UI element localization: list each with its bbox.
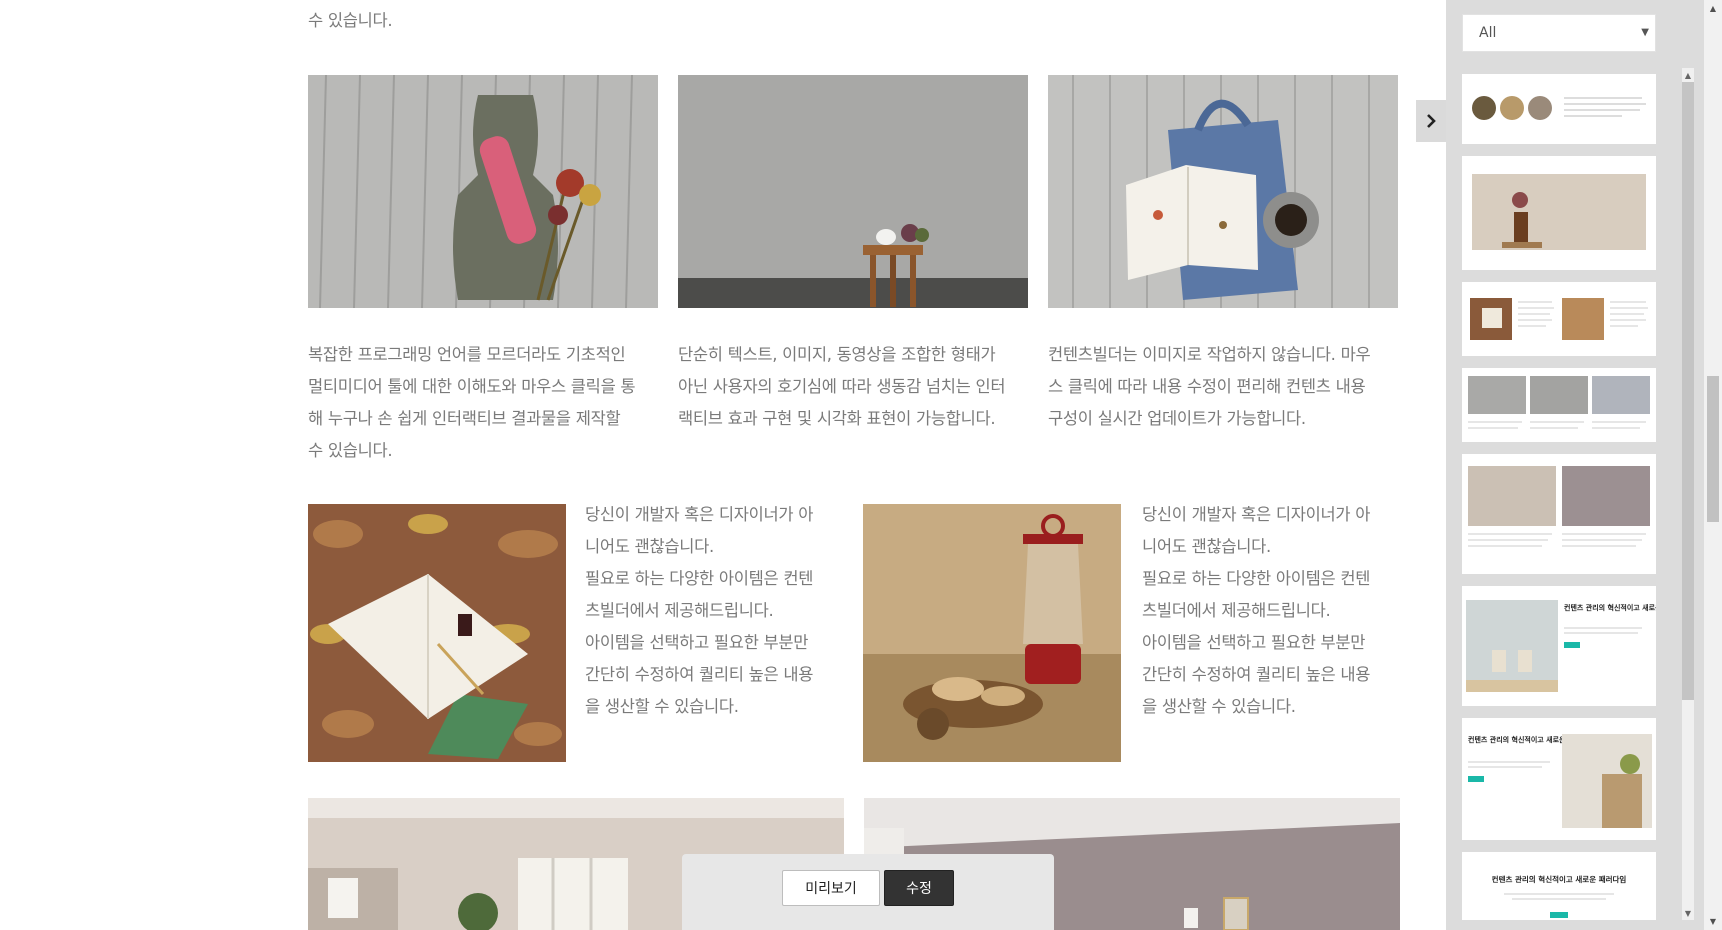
edit-button[interactable]: 수정	[884, 870, 954, 906]
lantern-cookies-image[interactable]	[863, 504, 1121, 762]
thumbnail-scrollbar[interactable]: ▲ ▼	[1682, 68, 1694, 920]
text-line: 아이템을 선택하고 필요한 부분만	[585, 633, 809, 652]
text-line: 아닌 사용자의 호기심에 따라 생동감 넘치는 인터	[678, 377, 1006, 396]
page-scrollbar[interactable]: ▲ ▼	[1704, 0, 1722, 930]
text-line: 랙티브 효과 구현 및 시각화 표현이 가능합니다.	[678, 409, 996, 428]
text-line: 당신이 개발자 혹은 디자이너가 아	[1142, 505, 1371, 524]
filter-selected-value: All	[1479, 25, 1497, 41]
text-line: 멀티미디어 툴에 대한 이해도와 마우스 클릭을 통	[308, 377, 636, 396]
snippet-thumbnail[interactable]: 컨텐츠 관리의 혁신적이고 새로운 패러다임	[1462, 852, 1656, 920]
snippet-thumbnail[interactable]: 컨텐츠 관리의 혁신적이고 새로운 패러다임	[1462, 586, 1656, 706]
text-line: 스 클릭에 따라 내용 수정이 편리해 컨텐츠 내용	[1048, 377, 1366, 396]
snippet-thumbnail[interactable]	[1462, 74, 1656, 144]
panel-toggle-button[interactable]	[1416, 100, 1446, 142]
stool-concrete-wall-image[interactable]	[678, 75, 1028, 308]
text-line: 필요로 하는 다양한 아이템은 컨텐	[585, 569, 814, 588]
text-line: 복잡한 프로그래밍 언어를 모르더라도 기초적인	[308, 345, 626, 364]
apron-flowers-image[interactable]	[308, 75, 658, 308]
text-line: 수 있습니다.	[308, 441, 393, 460]
scrollbar-thumb[interactable]	[1682, 68, 1694, 700]
content-area: 수 있습니다. 복잡한 프로그래밍 언어를 모르더라도 기초적인 멀티미디어 툴…	[0, 0, 1445, 930]
side-block-2-text: 당신이 개발자 혹은 디자이너가 아 니어도 괜찮습니다. 필요로 하는 다양한…	[1142, 499, 1394, 723]
category-filter-select[interactable]: All ▼	[1462, 14, 1656, 52]
column-3-text: 컨텐츠빌더는 이미지로 작업하지 않습니다. 마우 스 클릭에 따라 내용 수정…	[1048, 339, 1398, 435]
scroll-down-icon[interactable]: ▼	[1682, 906, 1694, 920]
caret-down-icon: ▼	[1641, 27, 1649, 38]
side-block-1-text: 당신이 개발자 혹은 디자이너가 아 니어도 괜찮습니다. 필요로 하는 다양한…	[585, 499, 837, 723]
scroll-down-icon[interactable]: ▼	[1704, 913, 1722, 930]
text-line: 아이템을 선택하고 필요한 부분만	[1142, 633, 1366, 652]
text-line: 구성이 실시간 업데이트가 가능합니다.	[1048, 409, 1306, 428]
top-text: 수 있습니다.	[308, 11, 393, 30]
text-line: 을 생산할 수 있습니다.	[1142, 697, 1296, 716]
snippet-thumbnail[interactable]	[1462, 454, 1656, 574]
text-line: 컨텐츠빌더는 이미지로 작업하지 않습니다. 마우	[1048, 345, 1371, 364]
page-scrollbar-thumb[interactable]	[1707, 376, 1719, 522]
column-1-text: 복잡한 프로그래밍 언어를 모르더라도 기초적인 멀티미디어 툴에 대한 이해도…	[308, 339, 658, 467]
column-2-text: 단순히 텍스트, 이미지, 동영상을 조합한 형태가 아닌 사용자의 호기심에 …	[678, 339, 1028, 435]
snippet-thumbnail[interactable]	[1462, 156, 1656, 270]
preview-button[interactable]: 미리보기	[782, 870, 880, 906]
text-line: 해 누구나 손 쉽게 인터랙티브 결과물을 제작할	[308, 409, 621, 428]
text-line: 니어도 괜찮습니다.	[585, 537, 714, 556]
text-line: 츠빌더에서 제공해드립니다.	[1142, 601, 1331, 620]
snippet-thumbnail[interactable]	[1462, 368, 1656, 442]
text-line: 간단히 수정하여 퀄리티 높은 내용	[585, 665, 814, 684]
text-line: 니어도 괜찮습니다.	[1142, 537, 1271, 556]
text-line: 단순히 텍스트, 이미지, 동영상을 조합한 형태가	[678, 345, 996, 364]
chevron-right-icon	[1427, 114, 1436, 128]
tote-bag-book-coffee-image[interactable]	[1048, 75, 1398, 308]
text-line: 간단히 수정하여 퀄리티 높은 내용	[1142, 665, 1371, 684]
snippet-thumbnail[interactable]: 컨텐츠 관리의 혁신적이고 새로운 패러다임	[1462, 718, 1656, 840]
edit-toolbar: 미리보기 수정	[682, 854, 1054, 930]
book-autumn-leaves-image[interactable]	[308, 504, 566, 762]
thumbnail-title: 컨텐츠 관리의 혁신적이고 새로운 패러다임	[1492, 874, 1627, 884]
text-line: 당신이 개발자 혹은 디자이너가 아	[585, 505, 814, 524]
scroll-up-icon[interactable]: ▲	[1682, 68, 1694, 82]
text-line: 필요로 하는 다양한 아이템은 컨텐	[1142, 569, 1371, 588]
thumbnail-title: 컨텐츠 관리의 혁신적이고 새로운 패러다임	[1564, 603, 1656, 612]
scroll-up-icon[interactable]: ▲	[1704, 0, 1722, 17]
snippet-thumbnail-list: 컨텐츠 관리의 혁신적이고 새로운 패러다임 컨텐츠 관리의 혁신적이고 새로운…	[1446, 68, 1710, 920]
text-line: 츠빌더에서 제공해드립니다.	[585, 601, 774, 620]
text-line: 을 생산할 수 있습니다.	[585, 697, 739, 716]
snippet-panel: All ▼ 컨텐츠 관리의 혁신적이고 새로 컨텐츠 관리의 혁신적이고 새로운…	[1446, 0, 1722, 930]
snippet-thumbnail[interactable]	[1462, 282, 1656, 356]
